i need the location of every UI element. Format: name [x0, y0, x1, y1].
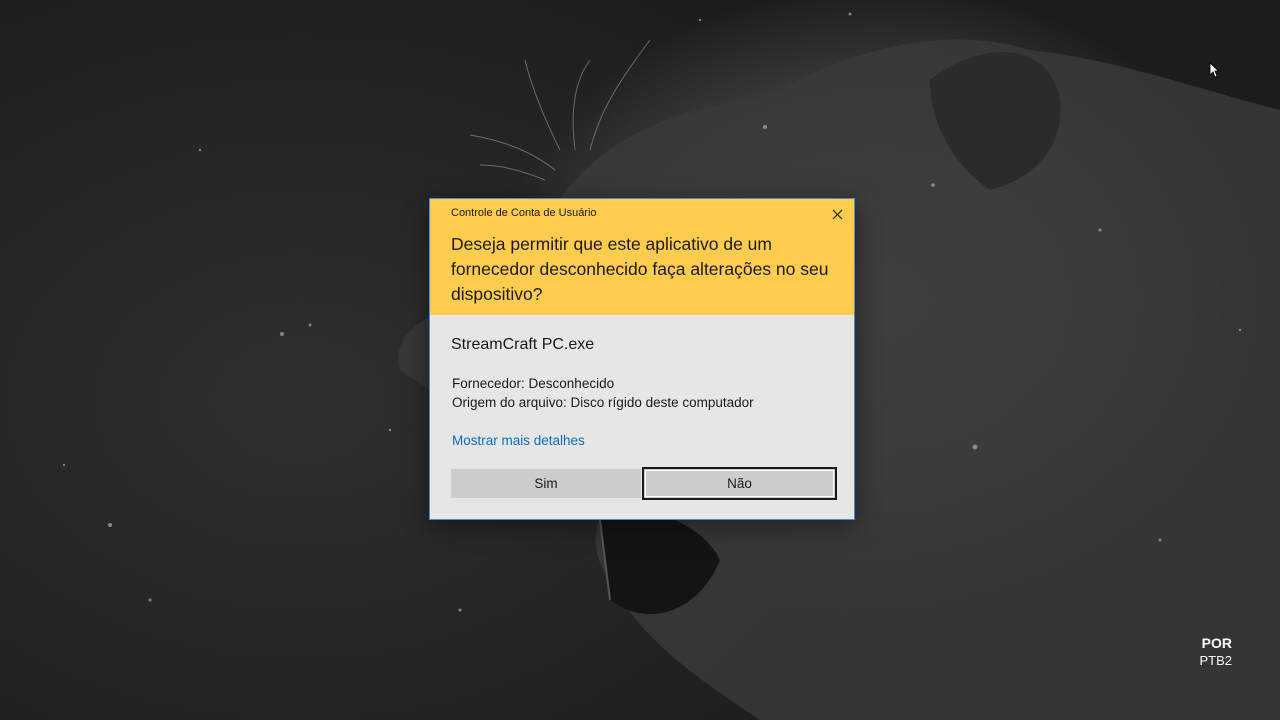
app-name: StreamCraft PC.exe: [451, 336, 595, 353]
language-code: POR: [1201, 635, 1232, 651]
language-indicator[interactable]: POR PTB2: [1199, 635, 1232, 669]
no-button[interactable]: Não: [642, 467, 837, 500]
show-more-details-link[interactable]: Mostrar mais detalhes: [452, 433, 585, 448]
close-icon: [832, 209, 842, 219]
dialog-header: Controle de Conta de Usuário Deseja perm…: [430, 199, 854, 315]
dialog-question: Deseja permitir que este aplicativo de u…: [451, 234, 829, 304]
file-origin-info: Origem do arquivo: Disco rígido deste co…: [452, 395, 754, 410]
desktop: Controle de Conta de Usuário Deseja perm…: [0, 0, 1280, 720]
keyboard-layout: PTB2: [1199, 653, 1232, 668]
mouse-cursor-icon: [1209, 62, 1219, 78]
dialog-title: Controle de Conta de Usuário: [451, 207, 597, 219]
close-button[interactable]: [826, 203, 848, 225]
yes-button[interactable]: Sim: [451, 469, 641, 498]
publisher-info: Fornecedor: Desconhecido: [452, 376, 615, 391]
uac-dialog: Controle de Conta de Usuário Deseja perm…: [429, 198, 855, 520]
